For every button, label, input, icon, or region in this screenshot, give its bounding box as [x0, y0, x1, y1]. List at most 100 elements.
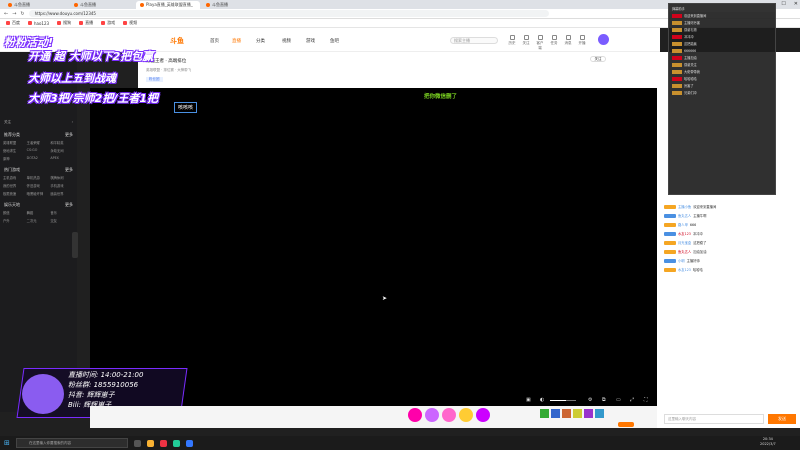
settings-icon[interactable]: ⚙	[588, 397, 592, 403]
message-icon[interactable]: 消息	[564, 35, 572, 46]
sidebar-link[interactable]: 音乐	[50, 210, 74, 215]
follow-icon[interactable]: 关注	[522, 35, 530, 46]
gift-icon[interactable]	[459, 408, 473, 422]
sidebar-item[interactable]: 关注 ›	[0, 118, 77, 126]
sidebar-link[interactable]: 原神	[3, 156, 27, 161]
sidebar-link[interactable]: 永劫无间	[50, 148, 74, 153]
sidebar-link[interactable]: 主机游戏	[3, 175, 27, 180]
close-icon[interactable]: ✕	[794, 1, 798, 7]
task-icon[interactable]: 任务	[550, 35, 558, 46]
bookmark-icon	[6, 21, 10, 25]
noble-icon[interactable]	[562, 409, 571, 418]
avatar[interactable]	[598, 34, 609, 45]
sidebar-link[interactable]: 单机热游	[27, 175, 51, 180]
pip-icon[interactable]: ⧉	[602, 397, 606, 403]
sidebar-link[interactable]: 英雄联盟	[3, 140, 27, 145]
nav-category[interactable]: 分类	[256, 38, 265, 44]
theater-icon[interactable]: ⤢	[630, 397, 634, 403]
reload-icon[interactable]: ↻	[20, 11, 24, 17]
sidebar-link[interactable]: 舞蹈	[27, 210, 51, 215]
gift-icon[interactable]	[442, 408, 456, 422]
volume-icon[interactable]: ◐	[540, 397, 544, 403]
sidebar-link[interactable]: 棋牌休闲	[50, 175, 74, 180]
site-logo[interactable]: 斗鱼	[170, 36, 184, 46]
sidebar-link[interactable]: 暗黑破坏神	[27, 191, 51, 196]
level-badge	[664, 267, 676, 272]
sidebar-link[interactable]: 二次元	[27, 218, 51, 223]
url-input[interactable]: https://www.douyu.com/12345	[28, 10, 549, 17]
widescreen-icon[interactable]: ▭	[616, 397, 621, 403]
sidebar-link[interactable]: 王者荣耀	[27, 140, 51, 145]
video-player[interactable]: 咳咳咳 把你微信删了 ➤	[90, 88, 657, 406]
nav-game[interactable]: 游戏	[306, 38, 315, 44]
nav-home[interactable]: 首页	[210, 38, 219, 44]
browser-tab[interactable]: 斗鱼直播	[70, 1, 134, 9]
app-icon[interactable]: 客户端	[536, 35, 544, 51]
clock[interactable]: 20:34 2022/3/7	[760, 437, 776, 447]
bookmark-item[interactable]: 百度	[6, 20, 20, 26]
chat-message: 鱼丸达人 主播牛啊	[662, 211, 800, 220]
volume-slider[interactable]	[550, 400, 576, 401]
sidebar-link[interactable]: 魔兽世界	[50, 191, 74, 196]
gift-icon[interactable]	[476, 408, 490, 422]
noble-icon[interactable]	[584, 409, 593, 418]
nav-live[interactable]: 直播	[232, 38, 241, 44]
file-explorer-icon[interactable]	[147, 439, 154, 447]
overlay-message: 欢迎来到直播间	[669, 12, 775, 19]
sidebar-link[interactable]: APEX	[50, 156, 74, 161]
chrome-icon[interactable]	[160, 439, 167, 447]
bookmark-item[interactable]: 直播	[79, 20, 93, 26]
nav-yuba[interactable]: 鱼吧	[330, 38, 339, 44]
bookmark-icon	[123, 21, 128, 25]
sidebar-link[interactable]: 和平精英	[50, 140, 74, 145]
browser-tab[interactable]: 斗鱼直播	[4, 1, 68, 9]
app-icon[interactable]	[173, 439, 180, 447]
gift-icon[interactable]	[408, 408, 422, 422]
maximize-icon[interactable]: ☐	[781, 1, 785, 7]
sidebar-link[interactable]: 手机游戏	[50, 183, 74, 188]
back-icon[interactable]: ←	[4, 11, 8, 17]
sidebar-link[interactable]: 我的世界	[3, 183, 27, 188]
fullscreen-icon[interactable]: ⛶	[644, 397, 648, 403]
app-icon[interactable]	[186, 439, 193, 447]
noble-icon[interactable]	[551, 409, 560, 418]
danmu-toggle-icon[interactable]: ▣	[526, 397, 531, 403]
noble-icon[interactable]	[595, 409, 604, 418]
sidebar-link[interactable]: DOTA2	[27, 156, 51, 161]
bookmark-item[interactable]: 视频	[123, 20, 137, 26]
sidebar-section-title: 娱乐天地 更多	[4, 202, 73, 207]
search-input[interactable]: 搜索主播	[450, 37, 498, 44]
taskbar-search-input[interactable]: 在这里输入你要搜索的内容	[16, 438, 128, 448]
task-view-icon[interactable]	[134, 439, 141, 447]
noble-icon[interactable]	[573, 409, 582, 418]
follow-button[interactable]: 关注	[590, 56, 606, 62]
sidebar-link[interactable]: 颜值	[3, 210, 27, 215]
browser-tab[interactable]: 斗鱼直播	[202, 1, 266, 9]
fan-badge[interactable]: 粉丝团	[146, 77, 163, 82]
windows-start-icon[interactable]: ⊞	[4, 439, 10, 447]
gift-icon[interactable]	[425, 408, 439, 422]
sidebar-collapse-handle[interactable]	[72, 232, 78, 258]
start-live-icon[interactable]: 开播	[578, 35, 586, 46]
bookmark-item[interactable]: hao123	[28, 21, 49, 26]
overlay-message: 666666	[669, 47, 775, 54]
sidebar-link[interactable]: CS:GO	[27, 148, 51, 153]
sidebar-link[interactable]: 绝地求生	[3, 148, 27, 153]
chat-input[interactable]: 这里输入聊天内容	[664, 414, 764, 424]
bookmark-item[interactable]: 搜狗	[57, 20, 71, 26]
history-icon[interactable]: 历史	[508, 35, 516, 46]
sidebar-link[interactable]: 交友	[50, 218, 74, 223]
sidebar-section-title: 推荐分类 更多	[4, 132, 73, 137]
noble-icon[interactable]	[540, 409, 549, 418]
window-titlebar: 弹幕助手	[669, 4, 775, 12]
bookmark-item[interactable]: 游戏	[101, 20, 115, 26]
level-badge	[664, 222, 676, 227]
nav-video[interactable]: 视频	[282, 38, 291, 44]
sidebar-link[interactable]: 户外	[3, 218, 27, 223]
forward-icon[interactable]: →	[12, 11, 16, 17]
recharge-button[interactable]	[618, 422, 634, 427]
browser-tab-active[interactable]: Playa直播_英雄联盟直播_	[136, 1, 200, 9]
sidebar-link[interactable]: 极限竞速	[3, 191, 27, 196]
send-button[interactable]: 发送	[768, 414, 796, 424]
sidebar-link[interactable]: 怀旧游戏	[27, 183, 51, 188]
